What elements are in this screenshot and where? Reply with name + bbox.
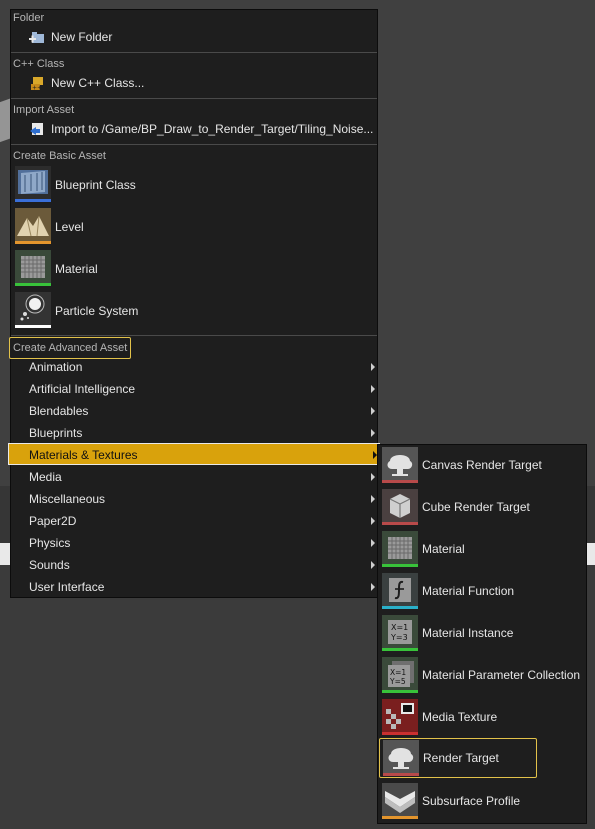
import-to-item[interactable]: Import to /Game/BP_Draw_to_Render_Target… [11, 118, 377, 140]
level-icon [15, 208, 51, 244]
level-item[interactable]: Level [11, 207, 377, 247]
divider [11, 335, 377, 336]
new-folder-item[interactable]: New Folder [11, 26, 377, 48]
render-target-item[interactable]: Render Target [379, 738, 537, 778]
category-label: Sounds [29, 558, 70, 572]
svg-text:X=1: X=1 [390, 668, 406, 677]
cube-render-target-item[interactable]: Cube Render Target [378, 487, 586, 527]
section-header-import-asset: Import Asset [13, 104, 75, 116]
material-parameter-collection-item[interactable]: X=1 Y=5 Material Parameter Collection [378, 655, 586, 695]
category-physics[interactable]: Physics [11, 532, 377, 554]
category-artificial-intelligence[interactable]: Artificial Intelligence [11, 378, 377, 400]
section-header-create-basic-asset: Create Basic Asset [13, 150, 106, 162]
cube-render-target-icon [382, 489, 418, 525]
material-item[interactable]: Material [11, 249, 377, 289]
material-function-icon [382, 573, 418, 609]
level-label: Level [55, 220, 84, 234]
category-miscellaneous[interactable]: Miscellaneous [11, 488, 377, 510]
cube-render-target-label: Cube Render Target [422, 500, 530, 514]
category-label: Blendables [29, 404, 89, 418]
cpp-class-icon: ++ [29, 75, 45, 92]
material-function-label: Material Function [422, 584, 515, 598]
section-header-cpp-class: C++ Class [13, 58, 65, 70]
category-label: Media [29, 470, 62, 484]
canvas-render-target-icon [382, 447, 418, 483]
canvas-render-target-item[interactable]: Canvas Render Target [378, 445, 586, 485]
chevron-right-icon [371, 407, 375, 415]
chevron-right-icon [371, 429, 375, 437]
chevron-right-icon [371, 473, 375, 481]
category-label: Artificial Intelligence [29, 382, 136, 396]
import-icon [29, 121, 45, 137]
chevron-right-icon [371, 517, 375, 525]
chevron-right-icon [371, 495, 375, 503]
category-paper2d[interactable]: Paper2D [11, 510, 377, 532]
material-function-item[interactable]: Material Function [378, 571, 586, 611]
new-folder-label: New Folder [51, 30, 113, 44]
media-texture-icon [382, 699, 418, 735]
media-texture-label: Media Texture [422, 710, 498, 724]
particle-system-item[interactable]: Particle System [11, 291, 377, 331]
chevron-right-icon [371, 363, 375, 371]
category-materials-and-textures[interactable]: Materials & Textures [8, 443, 380, 465]
category-label: Animation [29, 360, 83, 374]
media-texture-item[interactable]: Media Texture [378, 697, 586, 737]
chevron-right-icon [371, 385, 375, 393]
particle-system-icon [15, 292, 51, 328]
particle-system-label: Particle System [55, 304, 139, 318]
material-icon [15, 250, 51, 286]
subsurface-profile-label: Subsurface Profile [422, 794, 521, 808]
svg-text:X=1: X=1 [391, 623, 408, 632]
category-label: Physics [29, 536, 71, 550]
blueprint-class-icon [15, 166, 51, 202]
import-to-label: Import to /Game/BP_Draw_to_Render_Target… [51, 122, 374, 136]
blueprint-class-item[interactable]: Blueprint Class [11, 165, 377, 205]
svg-text:++: ++ [32, 85, 42, 92]
render-target-label: Render Target [423, 751, 499, 765]
new-cpp-class-label: New C++ Class... [51, 76, 145, 90]
subsurface-profile-icon [382, 783, 418, 819]
material-submenu-item[interactable]: Material [378, 529, 586, 569]
category-label: Miscellaneous [29, 492, 106, 506]
material-parameter-collection-icon: X=1 Y=5 [382, 657, 418, 693]
category-user-interface[interactable]: User Interface [11, 576, 377, 598]
chevron-right-icon [371, 539, 375, 547]
category-blueprints[interactable]: Blueprints [11, 422, 377, 444]
new-folder-icon [29, 29, 45, 45]
materials-and-textures-submenu: Canvas Render Target Cube Render Target … [377, 444, 587, 824]
category-media[interactable]: Media [11, 466, 377, 488]
chevron-right-icon [371, 561, 375, 569]
section-header-folder: Folder [13, 12, 45, 24]
svg-text:Y=3: Y=3 [390, 633, 408, 642]
category-label: Materials & Textures [29, 448, 138, 462]
render-target-icon [383, 740, 419, 776]
material-label: Material [55, 262, 98, 276]
material-instance-icon: X=1 Y=3 [382, 615, 418, 651]
category-sounds[interactable]: Sounds [11, 554, 377, 576]
canvas-render-target-label: Canvas Render Target [422, 458, 542, 472]
category-label: Blueprints [29, 426, 83, 440]
material-instance-item[interactable]: X=1 Y=3 Material Instance [378, 613, 586, 653]
add-new-context-menu: Folder New Folder C++ Class ++ New C++ C… [8, 9, 380, 598]
category-blendables[interactable]: Blendables [11, 400, 377, 422]
divider [11, 52, 377, 53]
divider [11, 98, 377, 99]
material-icon [382, 531, 418, 567]
category-animation[interactable]: Animation [11, 356, 377, 378]
material-instance-label: Material Instance [422, 626, 514, 640]
new-cpp-class-item[interactable]: ++ New C++ Class... [11, 72, 377, 94]
material-parameter-collection-label: Material Parameter Collection [422, 668, 581, 682]
blueprint-class-label: Blueprint Class [55, 178, 136, 192]
category-label: User Interface [29, 580, 105, 594]
category-label: Paper2D [29, 514, 77, 528]
material-label: Material [422, 542, 465, 556]
svg-text:Y=5: Y=5 [389, 677, 406, 686]
subsurface-profile-item[interactable]: Subsurface Profile [378, 781, 586, 821]
chevron-right-icon [371, 583, 375, 591]
divider [11, 144, 377, 145]
